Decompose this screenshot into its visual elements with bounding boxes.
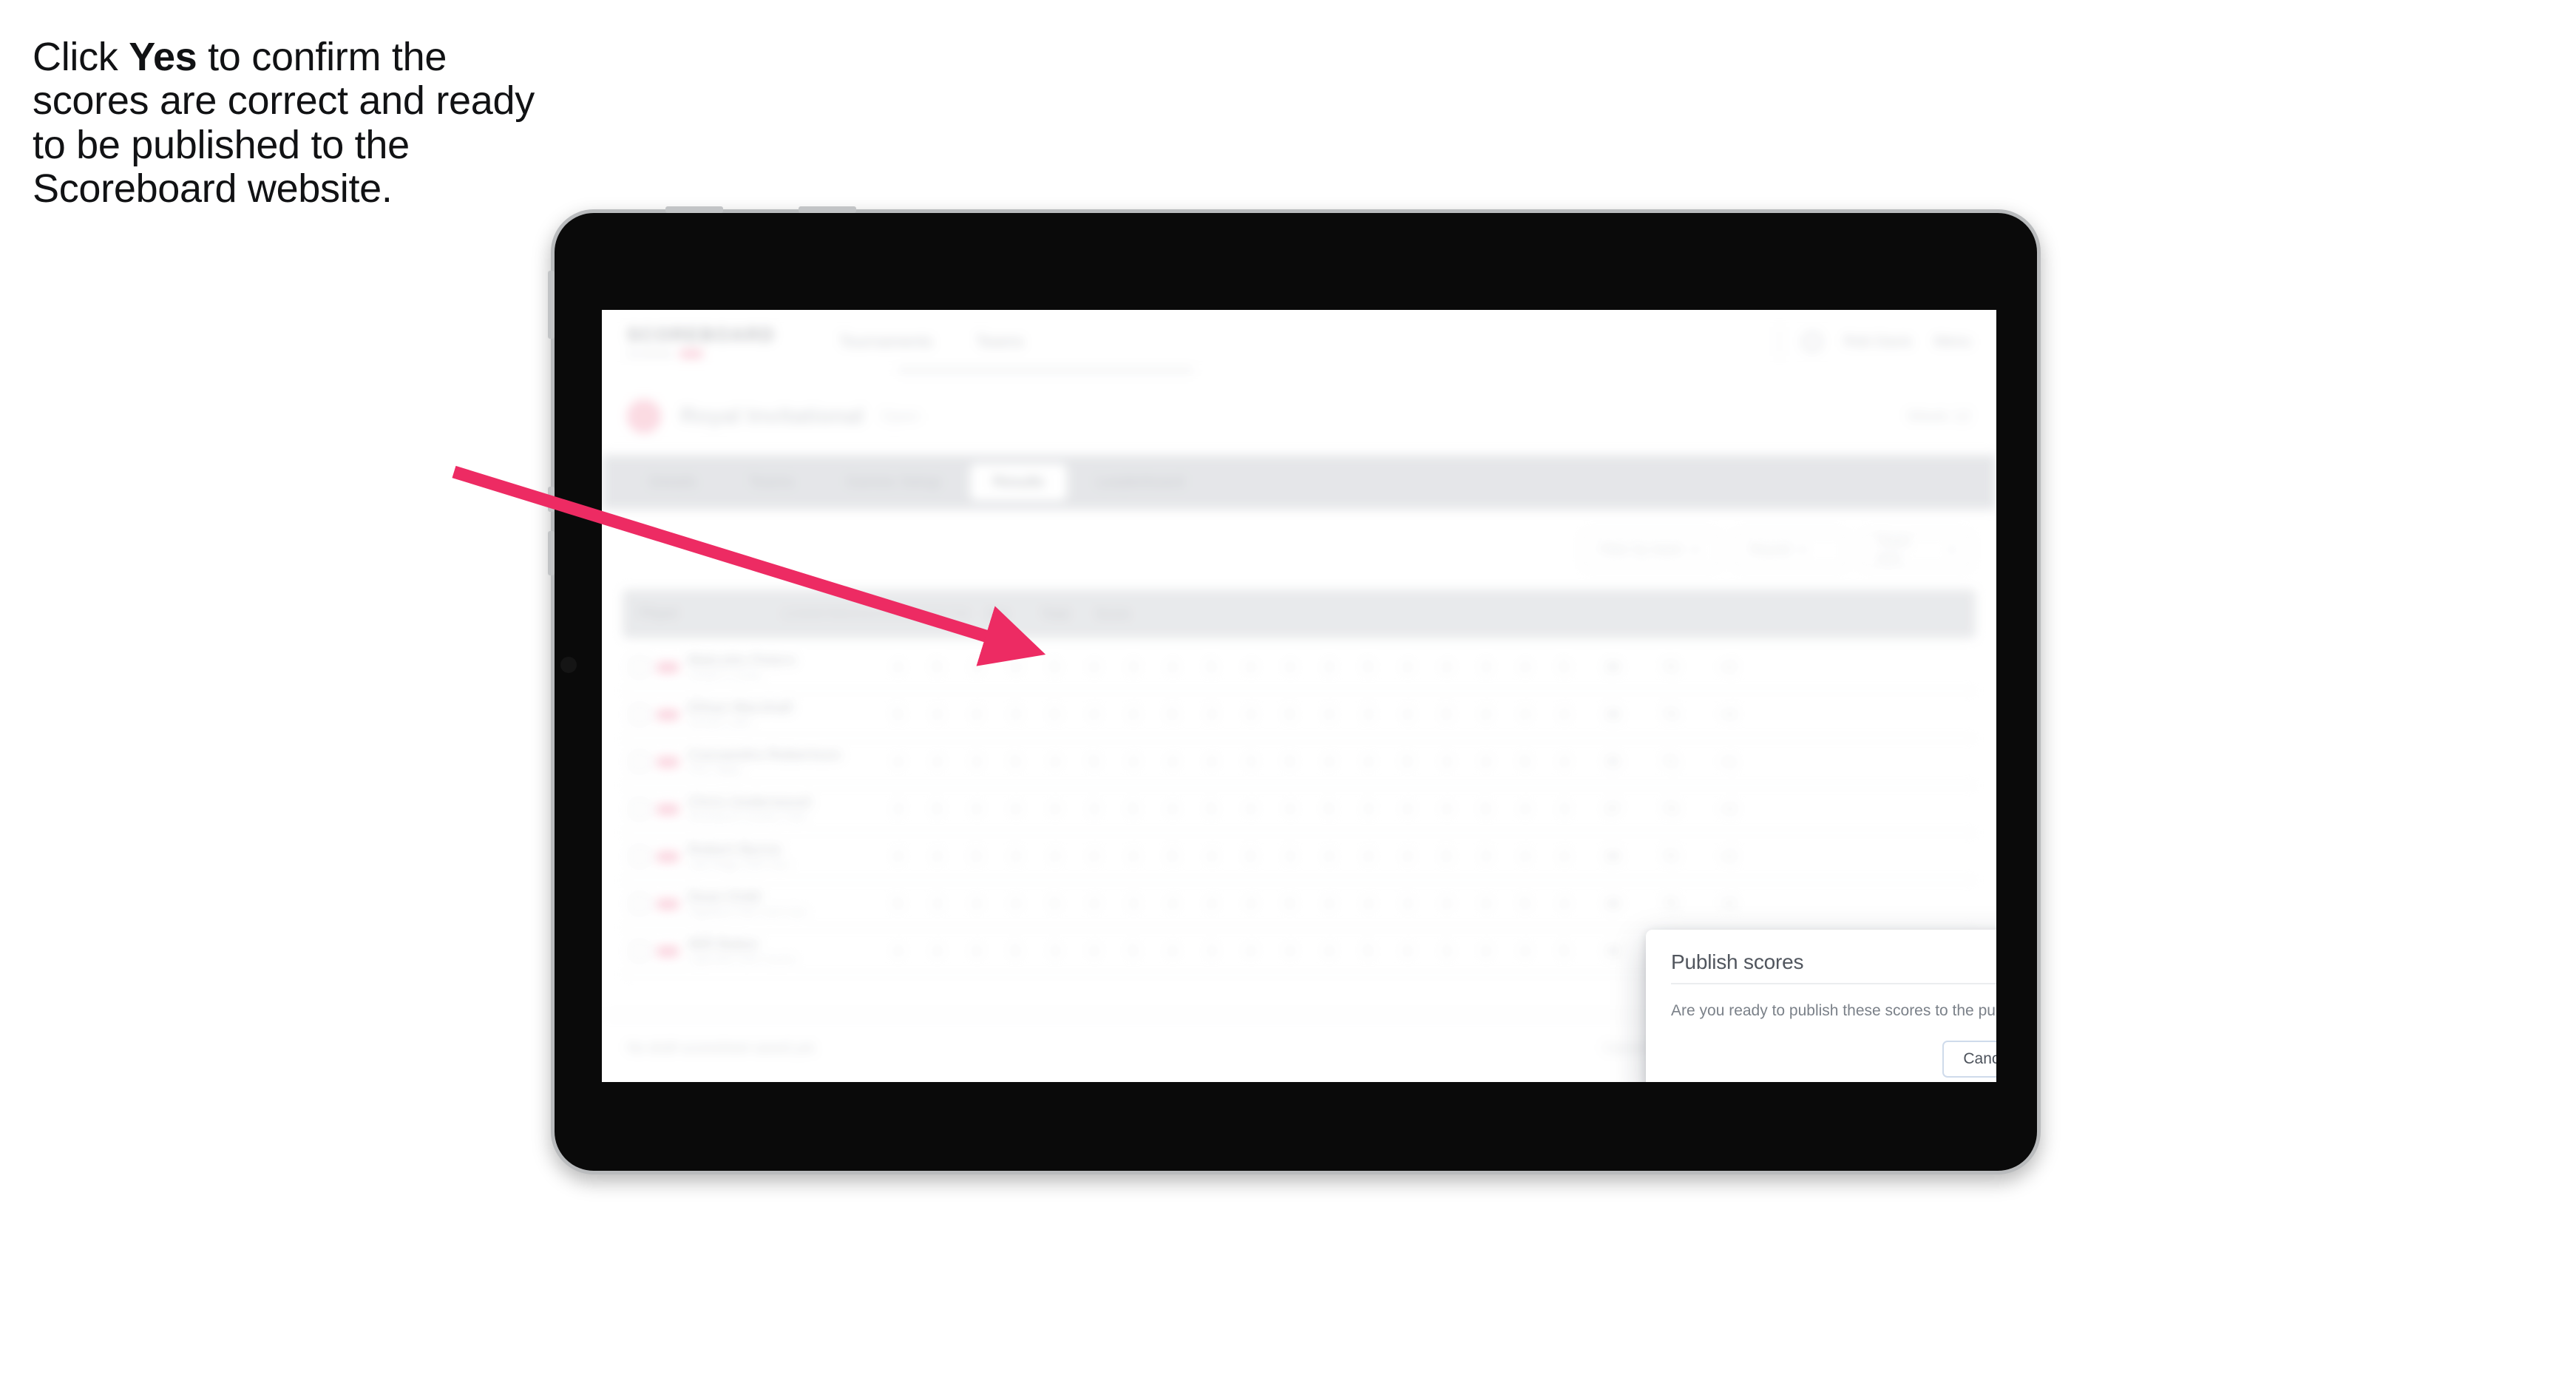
dialog-actions: Cancel Yes	[1671, 1041, 1996, 1078]
tablet-screen: SCOREBOARD SCORING Tournaments Teams Rob…	[602, 310, 1996, 1082]
publish-scores-dialog: Publish scores × Are you ready to publis…	[1646, 930, 1996, 1082]
top-button-b[interactable]	[799, 206, 856, 213]
volume-up-button[interactable]	[548, 487, 555, 512]
screenshot-stage: Click Yes to confirm the scores are corr…	[0, 0, 2576, 1386]
camera-icon	[560, 657, 577, 673]
tablet-device-frame: SCOREBOARD SCORING Tournaments Teams Rob…	[548, 206, 2041, 1174]
top-button-a[interactable]	[665, 206, 723, 213]
dialog-divider	[1671, 983, 1996, 984]
dialog-body-text: Are you ready to publish these scores to…	[1671, 1002, 1996, 1019]
volume-down-button[interactable]	[548, 531, 555, 575]
cancel-button[interactable]: Cancel	[1942, 1041, 1996, 1078]
dialog-title-row: Publish scores ×	[1671, 950, 1996, 974]
instruction-caption: Click Yes to confirm the scores are corr…	[33, 35, 572, 212]
caption-emphasis: Yes	[129, 35, 197, 79]
caption-before: Click	[33, 35, 129, 79]
dialog-title: Publish scores	[1671, 950, 1804, 973]
power-button[interactable]	[548, 271, 555, 339]
